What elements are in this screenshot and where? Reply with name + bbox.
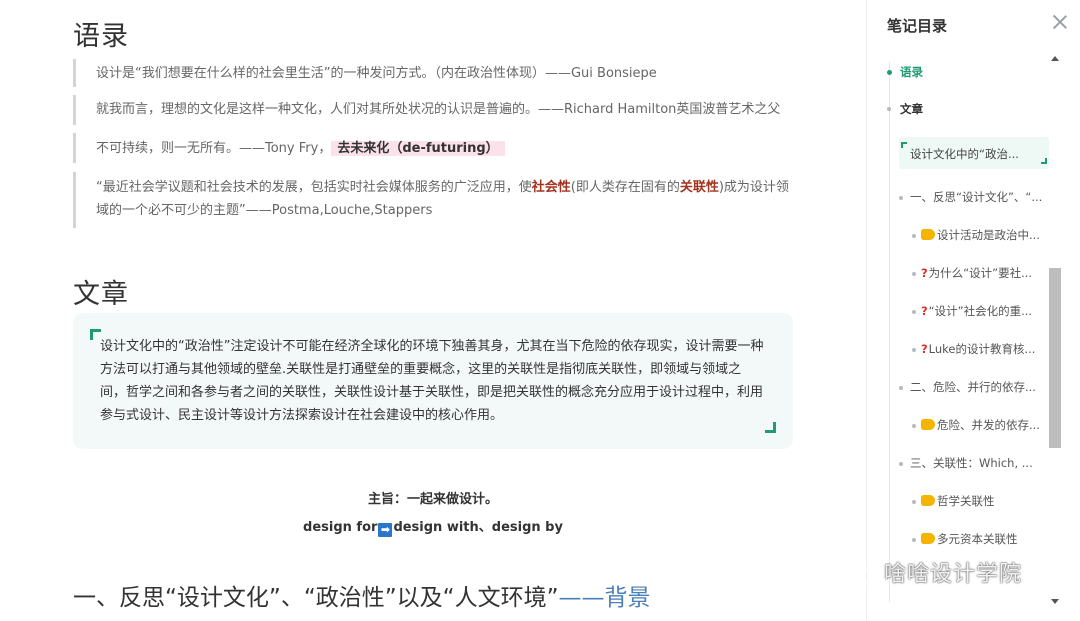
quote-4-text-2: (即人类存在固有的 bbox=[570, 180, 680, 195]
toc-item-label: 文章 bbox=[900, 102, 923, 116]
quote-4: “最近社会学议题和社会技术的发展，包括实时社会媒体服务的广泛应用，使社会性(即人… bbox=[73, 172, 793, 228]
section-heading-accent: ——背景 bbox=[558, 585, 651, 611]
toc-item-quotes[interactable]: 语录 bbox=[900, 64, 923, 80]
toc-item-label: 为什么“设计”要社... bbox=[928, 266, 1033, 280]
toc-dot-icon bbox=[912, 538, 916, 542]
toc-item-subsection[interactable]: 多元资本关联性 bbox=[921, 531, 1048, 547]
corner-bracket-icon bbox=[1041, 158, 1047, 164]
notes-toc-sidebar: 笔记目录 语录 文章 设计文化中的“政治... 一、反思“设计文化”、“... … bbox=[866, 0, 1080, 621]
toc-item-subsection[interactable]: ?“设计”社会化的重... bbox=[921, 303, 1048, 319]
toc-dot-icon bbox=[912, 424, 916, 428]
sidebar-title: 笔记目录 bbox=[887, 17, 948, 35]
scroll-down-arrow-icon[interactable] bbox=[1051, 599, 1059, 604]
section-heading: 一、反思“设计文化”、“政治性”以及“人文环境”——背景 bbox=[73, 578, 651, 612]
toc-item-subsection[interactable]: ?为什么“设计”要社... bbox=[921, 265, 1048, 281]
article-summary-callout: 设计文化中的“政治性”注定设计不可能在经济全球化的环境下独善其身，尤其在当下危险… bbox=[73, 313, 793, 449]
theme-line: 主旨：一起来做设计。 bbox=[367, 492, 498, 507]
toc-item-section-3[interactable]: 三、关联性：Which, ... bbox=[910, 455, 1048, 471]
heading-quotes: 语录 bbox=[73, 21, 129, 52]
toc-dot-icon bbox=[887, 107, 891, 111]
quote-2-text: 就我而言，理想的文化是这样一种文化，人们对其所处状况的认识是普遍的。——Rich… bbox=[96, 102, 781, 117]
quote-2: 就我而言，理想的文化是这样一种文化，人们对其所处状况的认识是普遍的。——Rich… bbox=[73, 95, 793, 125]
toc-item-label: 二、危险、并行的依存... bbox=[910, 380, 1036, 394]
quote-1-text: 设计是“我们想要在什么样的社会里生活”的一种发问方式。（内在政治性体现）——Gu… bbox=[96, 66, 657, 81]
toc-guide-line bbox=[889, 62, 890, 602]
callout-text: 设计文化中的“政治性”注定设计不可能在经济全球化的环境下独善其身，尤其在当下危险… bbox=[100, 339, 764, 423]
toc-dot-icon bbox=[887, 70, 892, 75]
toc-item-subsection[interactable]: 危险、并发的依存... bbox=[921, 417, 1048, 433]
toc-item-label: 一、反思“设计文化”、“... bbox=[910, 190, 1043, 204]
toc-item-label: 语录 bbox=[900, 65, 923, 79]
watermark-text: 啥啥设计学院 bbox=[884, 562, 1023, 587]
wechat-icon bbox=[839, 561, 876, 586]
design-with-by-text: design with、design by bbox=[393, 520, 563, 535]
quote-4-highlight-2: 关联性 bbox=[679, 180, 719, 195]
toc-dot-icon bbox=[899, 196, 903, 200]
quote-4-text-1: “最近社会学议题和社会技术的发展，包括实时社会媒体服务的广泛应用，使 bbox=[96, 180, 532, 195]
quote-3-text: 不可持续，则一无所有。——Tony Fry， bbox=[96, 141, 332, 156]
quote-3-highlight: 去未来化（de-futuring） bbox=[331, 141, 505, 156]
toc-dot-icon bbox=[912, 234, 916, 238]
section-heading-text: 一、反思“设计文化”、“政治性”以及“人文环境” bbox=[73, 585, 559, 611]
toc-item-label: 危险、并发的依存... bbox=[937, 418, 1040, 432]
close-icon[interactable] bbox=[1051, 13, 1069, 31]
scroll-up-arrow-icon[interactable] bbox=[1051, 56, 1059, 61]
quote-4-highlight-1: 社会性 bbox=[531, 180, 571, 195]
toc-item-label: Luke的设计教育核... bbox=[928, 342, 1036, 356]
question-mark-icon: ? bbox=[921, 342, 928, 356]
design-for-text: design for bbox=[303, 520, 378, 535]
toc-item-label: 设计文化中的“政治... bbox=[910, 147, 1019, 161]
toc-dot-icon bbox=[899, 386, 903, 390]
right-arrow-icon: ➡ bbox=[378, 523, 393, 537]
quote-1: 设计是“我们想要在什么样的社会里生活”的一种发问方式。（内在政治性体现）——Gu… bbox=[73, 59, 793, 87]
toc-dot-icon bbox=[912, 272, 916, 276]
scrollbar-thumb[interactable] bbox=[1049, 268, 1061, 448]
question-mark-icon: ? bbox=[921, 266, 928, 280]
toc-item-section-2[interactable]: 二、危险、并行的依存... bbox=[910, 379, 1048, 395]
heading-article: 文章 bbox=[73, 279, 129, 310]
toc-item-section-1[interactable]: 一、反思“设计文化”、“... bbox=[910, 189, 1048, 205]
toc-dot-icon bbox=[912, 310, 916, 314]
pointing-hand-icon bbox=[921, 495, 935, 506]
pointing-hand-icon bbox=[921, 419, 935, 430]
pointing-hand-icon bbox=[921, 533, 935, 544]
quote-3: 不可持续，则一无所有。——Tony Fry， 去未来化（de-futuring） bbox=[73, 133, 793, 163]
sidebar-scrollbar[interactable] bbox=[1049, 56, 1061, 604]
corner-bracket-icon bbox=[901, 142, 907, 148]
corner-bracket-icon bbox=[765, 422, 776, 433]
toc-item-label: 哲学关联性 bbox=[937, 494, 995, 508]
question-mark-icon: ? bbox=[921, 304, 928, 318]
pointing-hand-icon bbox=[921, 229, 935, 240]
toc-item-subsection[interactable]: 设计活动是政治中... bbox=[921, 227, 1048, 243]
watermark: 啥啥设计学院 bbox=[838, 556, 1023, 587]
toc-item-subsection[interactable]: 哲学关联性 bbox=[921, 493, 1048, 509]
toc-dot-icon bbox=[912, 500, 916, 504]
toc-item-subsection[interactable]: ?Luke的设计教育核... bbox=[921, 341, 1048, 357]
toc-item-label: 三、关联性：Which, ... bbox=[910, 456, 1033, 470]
design-line: design for ➡ design with、design by bbox=[73, 516, 793, 537]
toc-item-callout[interactable]: 设计文化中的“政治... bbox=[899, 137, 1049, 169]
toc-dot-icon bbox=[899, 462, 903, 466]
toc-dot-icon bbox=[912, 348, 916, 352]
toc-item-label: 设计活动是政治中... bbox=[937, 228, 1040, 242]
toc-item-article[interactable]: 文章 bbox=[900, 101, 923, 117]
toc-item-label: “设计”社会化的重... bbox=[928, 304, 1033, 318]
article-content: 语录 设计是“我们想要在什么样的社会里生活”的一种发问方式。（内在政治性体现）—… bbox=[0, 0, 866, 621]
toc-item-label: 多元资本关联性 bbox=[937, 532, 1018, 546]
